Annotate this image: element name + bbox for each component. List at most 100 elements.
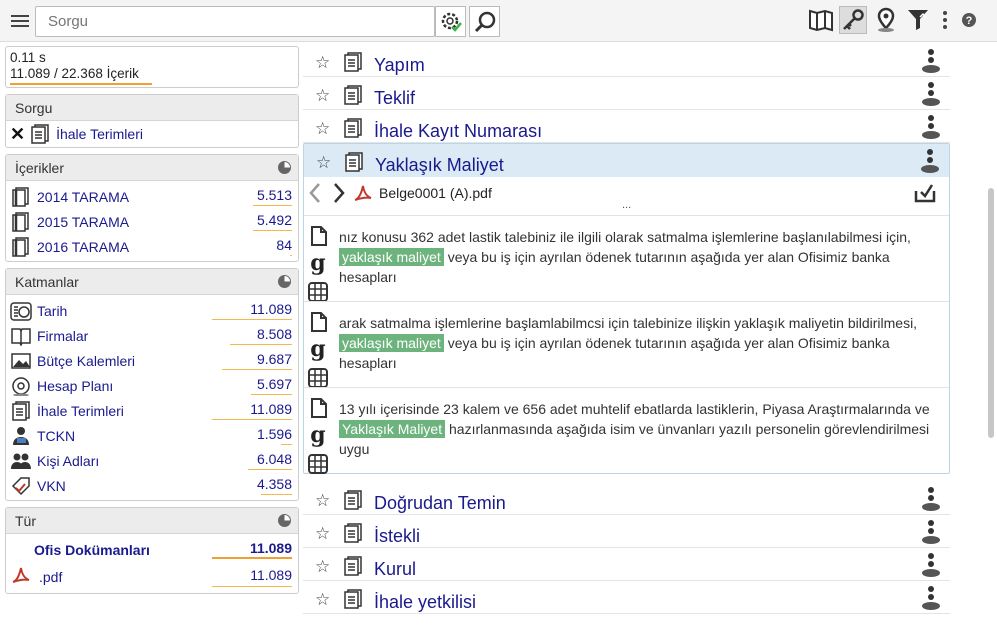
pie-chart-icon[interactable] — [278, 161, 291, 174]
result-menu-icon[interactable] — [919, 486, 943, 513]
result-item[interactable]: ☆ İhale yetkilisi — [303, 581, 950, 614]
snippet-text: 13 yılı içerisinde 23 kalem ve 656 adet … — [339, 401, 930, 417]
query-panel: Sorgu ✕ İhale Terimleri — [5, 94, 299, 148]
open-document-icon[interactable] — [913, 181, 937, 205]
type-item-pdf[interactable]: .pdf 11.089 — [6, 561, 298, 589]
result-title[interactable]: Doğrudan Temin — [374, 493, 506, 514]
map-grid-icon[interactable] — [307, 281, 329, 303]
pie-chart-icon[interactable] — [278, 514, 291, 527]
folder-book-icon — [12, 237, 29, 257]
layers-item[interactable]: Kişi Adları 6.048 — [6, 447, 298, 472]
page-icon[interactable] — [307, 225, 329, 247]
result-title[interactable]: Kurul — [374, 559, 416, 580]
search-input[interactable] — [35, 6, 435, 37]
type-panel: Tür Ofis Dokümanları 11.089 .pdf 11.089 — [5, 507, 299, 594]
next-icon[interactable] — [328, 181, 348, 205]
key-icon[interactable] — [839, 6, 867, 34]
result-item[interactable]: ☆ Yaklaşık Maliyet — [304, 144, 949, 177]
layers-item[interactable]: Bütçe Kalemleri 9.687 — [6, 347, 298, 372]
layers-item[interactable]: Firmalar 8.508 — [6, 322, 298, 347]
document-icon — [344, 490, 362, 510]
page-icon[interactable] — [307, 311, 329, 333]
star-icon[interactable]: ☆ — [315, 557, 330, 577]
document-icon — [344, 118, 362, 138]
layers-item[interactable]: Tarih 11.089 — [6, 297, 298, 322]
contents-item[interactable]: 2014 TARAMA 5.513 — [6, 183, 298, 208]
more-vertical-icon[interactable] — [934, 6, 956, 34]
layers-panel-title: Katmanlar — [15, 274, 79, 290]
layers-count: 8.508 — [256, 326, 292, 342]
result-menu-icon[interactable] — [919, 552, 943, 579]
layers-count: 11.089 — [250, 301, 292, 317]
google-icon[interactable]: g — [307, 250, 329, 276]
layers-item[interactable]: Hesap Planı 5.697 — [6, 372, 298, 397]
type-count: 11.089 — [250, 567, 292, 583]
contents-item[interactable]: 2016 TARAMA 84 — [6, 233, 298, 258]
star-icon[interactable]: ☆ — [315, 119, 330, 139]
star-icon[interactable]: ☆ — [315, 491, 330, 511]
layers-count: 9.687 — [256, 351, 292, 367]
scrollbar[interactable] — [988, 188, 994, 438]
help-icon[interactable]: ? — [958, 6, 980, 34]
result-count: 11.089 / 22.368 İçerik — [10, 66, 139, 81]
map-grid-icon[interactable] — [307, 453, 329, 475]
result-title[interactable]: İstekli — [374, 526, 420, 547]
result-item[interactable]: ☆ Kurul — [303, 548, 950, 581]
previous-icon[interactable] — [306, 181, 326, 205]
query-term[interactable]: İhale Terimleri — [56, 126, 143, 142]
search-settings-button[interactable] — [435, 6, 466, 37]
type-item-office[interactable]: Ofis Dokümanları 11.089 — [6, 536, 298, 561]
pie-chart-icon[interactable] — [278, 275, 291, 288]
type-label: .pdf — [39, 569, 63, 585]
result-title[interactable]: İhale yetkilisi — [374, 592, 476, 613]
layers-fill-bar — [248, 469, 292, 470]
page-icon[interactable] — [307, 397, 329, 419]
at-icon — [12, 377, 30, 396]
result-item[interactable]: ☆ İstekli — [303, 515, 950, 548]
result-item[interactable]: ☆ Doğrudan Temin — [303, 482, 950, 515]
result-title[interactable]: İhale Kayıt Numarası — [374, 121, 542, 142]
star-icon[interactable]: ☆ — [315, 86, 330, 106]
layers-item[interactable]: İhale Terimleri 11.089 — [6, 397, 298, 422]
map-grid-icon[interactable] — [307, 367, 329, 389]
result-menu-icon[interactable] — [919, 48, 943, 75]
gear-check-icon — [441, 12, 462, 32]
result-item[interactable]: ☆ Yapım — [303, 44, 950, 77]
remove-icon[interactable]: ✕ — [10, 124, 25, 145]
result-title[interactable]: Teklif — [374, 88, 415, 109]
result-title[interactable]: Yapım — [374, 55, 425, 76]
layers-item[interactable]: VKN 4.358 — [6, 472, 298, 497]
menu-icon[interactable] — [11, 15, 29, 29]
location-pin-icon[interactable] — [872, 6, 900, 34]
result-menu-icon[interactable] — [919, 519, 943, 546]
contents-count: 5.513 — [256, 187, 292, 203]
star-icon[interactable]: ☆ — [315, 53, 330, 73]
search-icon — [474, 11, 495, 32]
layers-count: 11.089 — [250, 401, 292, 417]
map-book-icon[interactable] — [807, 6, 835, 34]
document-icon — [12, 401, 30, 421]
star-icon[interactable]: ☆ — [315, 590, 330, 610]
result-title[interactable]: Yaklaşık Maliyet — [375, 155, 504, 176]
svg-text:g: g — [310, 252, 325, 276]
result-menu-icon[interactable] — [919, 585, 943, 612]
layers-count: 6.048 — [256, 451, 292, 467]
layers-panel: Katmanlar Tarih 11.089 Firmalar 8.508 Bütçe … — [5, 268, 299, 501]
layers-fill-bar — [212, 319, 292, 320]
search-button[interactable] — [469, 6, 500, 37]
star-icon[interactable]: ☆ — [315, 524, 330, 544]
result-menu-icon[interactable] — [918, 148, 942, 175]
result-menu-icon[interactable] — [919, 114, 943, 141]
star-icon[interactable]: ☆ — [316, 153, 331, 173]
google-icon[interactable]: g — [307, 336, 329, 362]
result-item[interactable]: ☆ İhale Kayıt Numarası — [303, 110, 950, 143]
layers-item[interactable]: TCKN 1.596 — [6, 422, 298, 447]
filter-icon[interactable] — [904, 6, 932, 34]
result-item[interactable]: ☆ Teklif — [303, 77, 950, 110]
file-name[interactable]: Belge0001 (A).pdf — [379, 185, 492, 201]
result-menu-icon[interactable] — [919, 81, 943, 108]
google-icon[interactable]: g — [307, 422, 329, 448]
snippet: g arak satmalma işlemlerine başlamlabilmc… — [304, 301, 949, 389]
contents-item[interactable]: 2015 TARAMA 5.492 — [6, 208, 298, 233]
layers-fill-bar — [212, 419, 292, 420]
